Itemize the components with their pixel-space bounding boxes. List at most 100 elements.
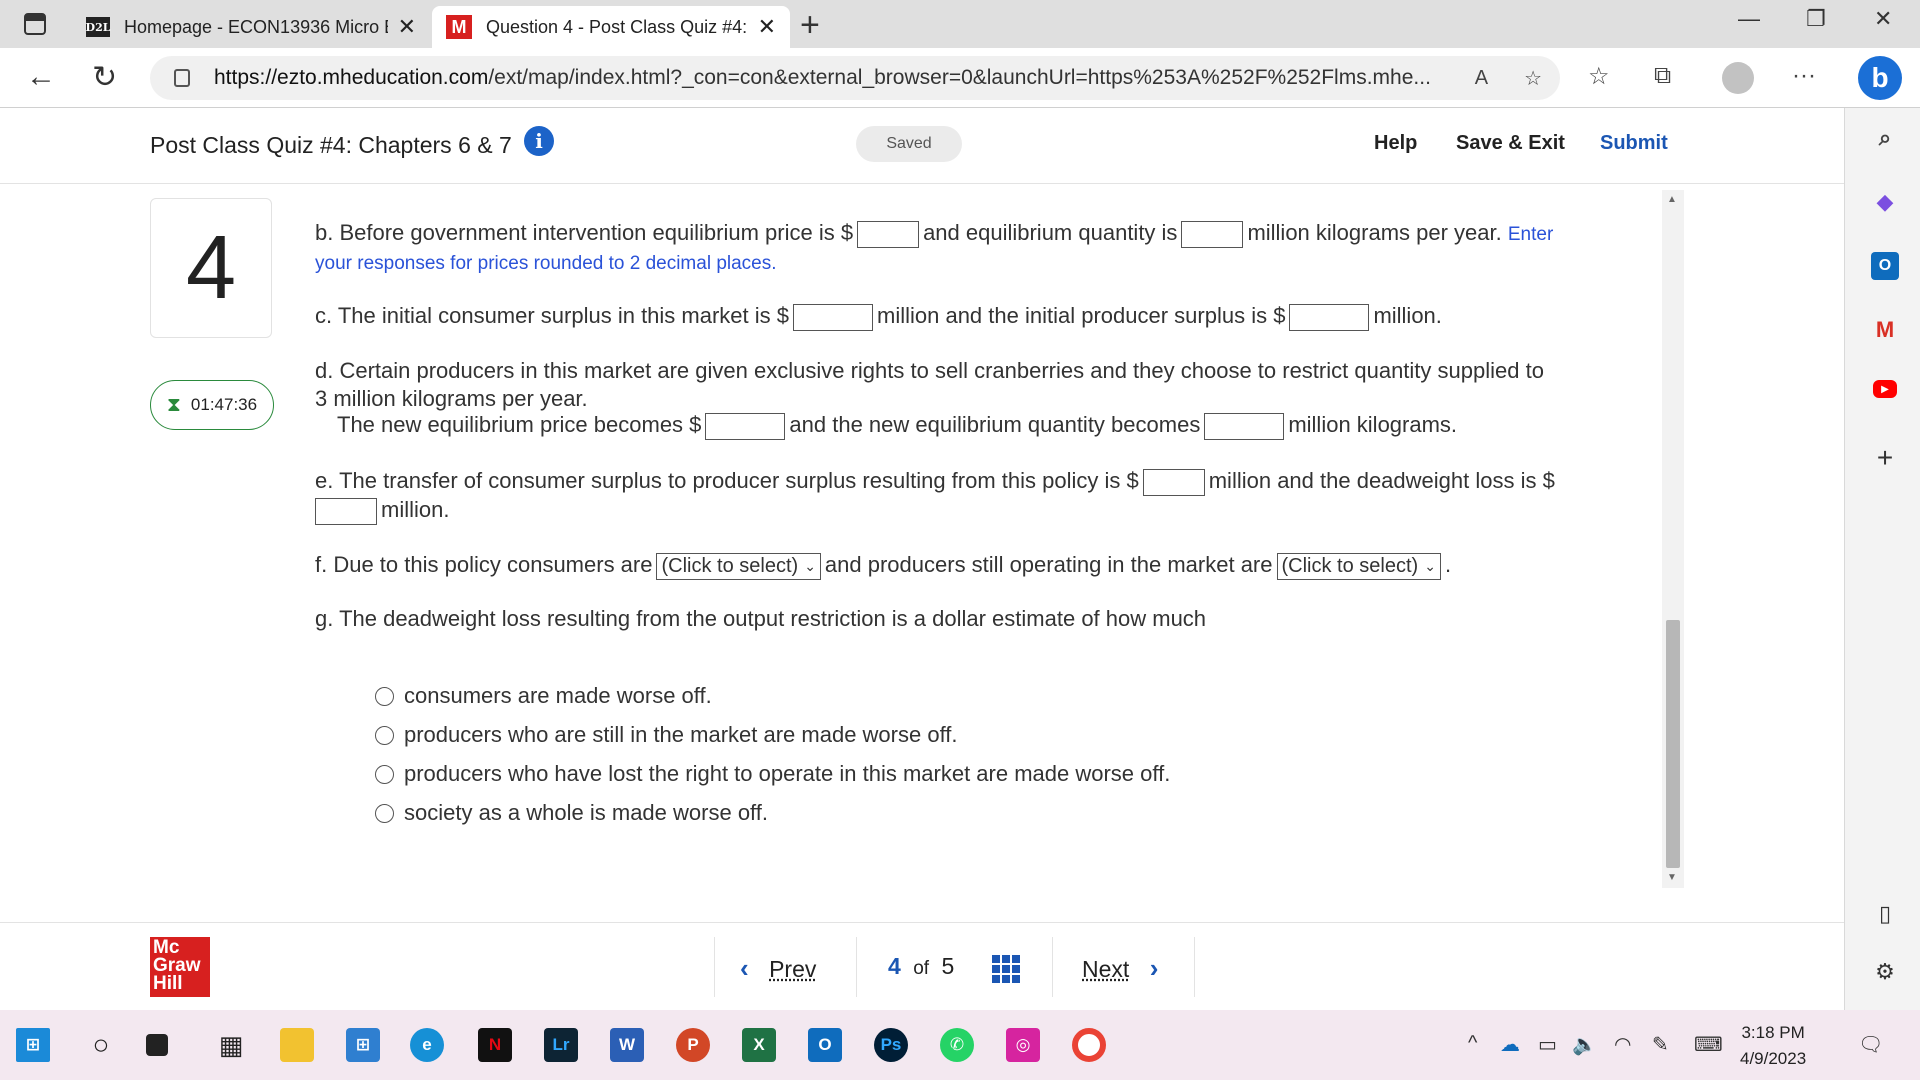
store-icon[interactable]: ⊞ — [346, 1028, 380, 1062]
part-d-text: and the new equilibrium quantity becomes — [789, 412, 1201, 437]
chrome-icon[interactable] — [1072, 1028, 1106, 1062]
save-exit-button[interactable]: Save & Exit — [1456, 132, 1565, 155]
netflix-icon[interactable]: N — [478, 1028, 512, 1062]
radio-button[interactable] — [375, 725, 394, 745]
tab-homepage[interactable]: D2L Homepage - ECON13936 Micro E ✕ — [72, 6, 430, 48]
lightroom-icon[interactable]: Lr — [544, 1028, 578, 1062]
gmail-icon[interactable]: M — [1871, 316, 1899, 344]
instagram-icon[interactable]: ◎ — [1006, 1028, 1040, 1062]
part-d-line3: The new equilibrium price becomes $ and t… — [337, 411, 1457, 440]
bing-chat-icon[interactable]: b — [1858, 56, 1902, 100]
part-c-line: c. The initial consumer surplus in this … — [315, 302, 1442, 331]
show-hidden-icons-icon[interactable]: ^ — [1468, 1032, 1477, 1055]
windows-taskbar: ⊞ ○ ▦ ⊞ e N Lr W P X O Ps ✆ ◎ ^ ☁ ▭ 🔈 ◠ … — [0, 1010, 1920, 1080]
battery-icon[interactable]: ▭ — [1538, 1032, 1557, 1057]
read-aloud-icon[interactable]: A — [1475, 67, 1488, 90]
info-icon[interactable]: i — [524, 126, 554, 156]
close-icon[interactable]: ✕ — [398, 14, 416, 40]
producers-select[interactable]: (Click to select) ⌄ — [1276, 552, 1441, 580]
word-icon[interactable]: W — [610, 1028, 644, 1062]
option-consumers[interactable]: consumers are made worse off. — [375, 683, 712, 709]
keyboard-icon[interactable]: ⌨ — [1694, 1032, 1723, 1057]
radio-button[interactable] — [375, 686, 394, 706]
settings-gear-icon[interactable]: ⚙ — [1871, 958, 1899, 986]
divider — [1194, 937, 1195, 997]
deadweight-loss-input[interactable] — [315, 497, 377, 525]
volume-icon[interactable]: 🔈 — [1572, 1032, 1597, 1057]
outlook-icon[interactable]: O — [1871, 252, 1899, 280]
system-clock[interactable]: 3:18 PM 4/9/2023 — [1740, 1020, 1806, 1072]
scroll-thumb[interactable] — [1666, 620, 1680, 868]
back-arrow-icon[interactable]: ← — [26, 60, 56, 94]
pen-icon[interactable]: ✎ — [1652, 1032, 1669, 1057]
scroll-down-icon[interactable]: ▼ — [1667, 872, 1677, 883]
producer-surplus-input[interactable] — [1289, 303, 1370, 331]
onedrive-icon[interactable]: ☁ — [1500, 1032, 1520, 1057]
notifications-icon[interactable]: 🗨 — [1858, 1032, 1883, 1057]
search-icon[interactable]: ○ — [84, 1028, 118, 1062]
submit-button[interactable]: Submit — [1600, 132, 1668, 155]
edge-browser-icon[interactable]: e — [410, 1028, 444, 1062]
timer-value: 01:47:36 — [190, 395, 258, 414]
select-value: (Click to select) — [661, 555, 799, 578]
task-view-icon[interactable] — [146, 1034, 168, 1056]
tab-question[interactable]: M Question 4 - Post Class Quiz #4: C ✕ — [432, 6, 790, 48]
scroll-up-icon[interactable]: ▲ — [1667, 194, 1677, 205]
close-icon[interactable]: ✕ — [758, 14, 776, 40]
outlook-icon[interactable]: O — [808, 1028, 842, 1062]
part-d-text: million kilograms. — [1288, 412, 1458, 437]
option-society[interactable]: society as a whole is made worse off. — [375, 800, 768, 826]
new-quantity-input[interactable] — [1204, 412, 1285, 440]
consumers-select[interactable]: (Click to select) ⌄ — [656, 552, 821, 580]
tab-actions-icon[interactable] — [24, 13, 46, 35]
whatsapp-icon[interactable]: ✆ — [940, 1028, 974, 1062]
transfer-input[interactable] — [1142, 468, 1205, 496]
content-scrollbar[interactable]: ▲ ▼ — [1662, 190, 1684, 888]
next-button[interactable]: Next › — [1082, 953, 1158, 984]
wifi-icon[interactable]: ◠ — [1614, 1032, 1631, 1057]
favorites-icon[interactable]: ☆ — [1588, 62, 1610, 91]
url-field[interactable]: https://ezto.mheducation.com/ext/map/ind… — [150, 56, 1560, 100]
question-grid-icon[interactable] — [992, 955, 1020, 983]
window-close-icon[interactable]: ✕ — [1874, 6, 1892, 32]
widgets-icon[interactable]: ▦ — [214, 1028, 248, 1062]
mcgraw-hill-logo: Mc Graw Hill — [150, 937, 210, 997]
option-producers-lost[interactable]: producers who have lost the right to ope… — [375, 761, 1170, 787]
next-label: Next — [1082, 956, 1130, 982]
windows-start-icon[interactable]: ⊞ — [16, 1028, 50, 1062]
radio-button[interactable] — [375, 764, 394, 784]
add-favorite-icon[interactable]: ☆ — [1524, 66, 1542, 91]
logo-line: Hill — [153, 973, 183, 994]
restore-icon[interactable]: ❐ — [1806, 6, 1826, 32]
copilot-icon[interactable]: ◆ — [1871, 188, 1899, 216]
total-pages: 5 — [941, 953, 955, 979]
page-indicator: 4 of 5 — [888, 953, 954, 980]
file-explorer-icon[interactable] — [280, 1028, 314, 1062]
minimize-icon[interactable]: — — [1738, 6, 1760, 32]
help-button[interactable]: Help — [1374, 132, 1417, 155]
part-b-text: b. Before government intervention equili… — [315, 220, 854, 245]
excel-icon[interactable]: X — [742, 1028, 776, 1062]
part-g-text: g. The deadweight loss resulting from th… — [315, 606, 1207, 631]
photoshop-icon[interactable]: Ps — [874, 1028, 908, 1062]
new-tab-icon[interactable]: + — [800, 6, 820, 45]
page-title: Post Class Quiz #4: Chapters 6 & 7 — [150, 132, 512, 158]
search-icon[interactable]: ⌕ — [1871, 124, 1899, 152]
collections-icon[interactable]: ⧉ — [1654, 62, 1671, 90]
quantity-input[interactable] — [1181, 220, 1244, 248]
new-price-input[interactable] — [705, 412, 786, 440]
lock-icon — [174, 69, 190, 87]
profile-avatar[interactable] — [1722, 62, 1754, 94]
option-producers-remaining[interactable]: producers who are still in the market ar… — [375, 722, 958, 748]
consumer-surplus-input[interactable] — [793, 303, 873, 331]
sidebar-layout-icon[interactable]: ▯ — [1871, 900, 1899, 928]
prev-button[interactable]: ‹ Prev — [740, 953, 816, 984]
radio-button[interactable] — [375, 803, 394, 823]
add-icon[interactable]: + — [1871, 442, 1899, 473]
powerpoint-icon[interactable]: P — [676, 1028, 710, 1062]
refresh-icon[interactable]: ↻ — [92, 60, 117, 95]
price-input[interactable] — [857, 220, 920, 248]
more-menu-icon[interactable]: ··· — [1792, 62, 1816, 90]
part-f-text: f. Due to this policy consumers are — [315, 552, 653, 577]
youtube-icon[interactable]: ▶ — [1873, 380, 1897, 398]
